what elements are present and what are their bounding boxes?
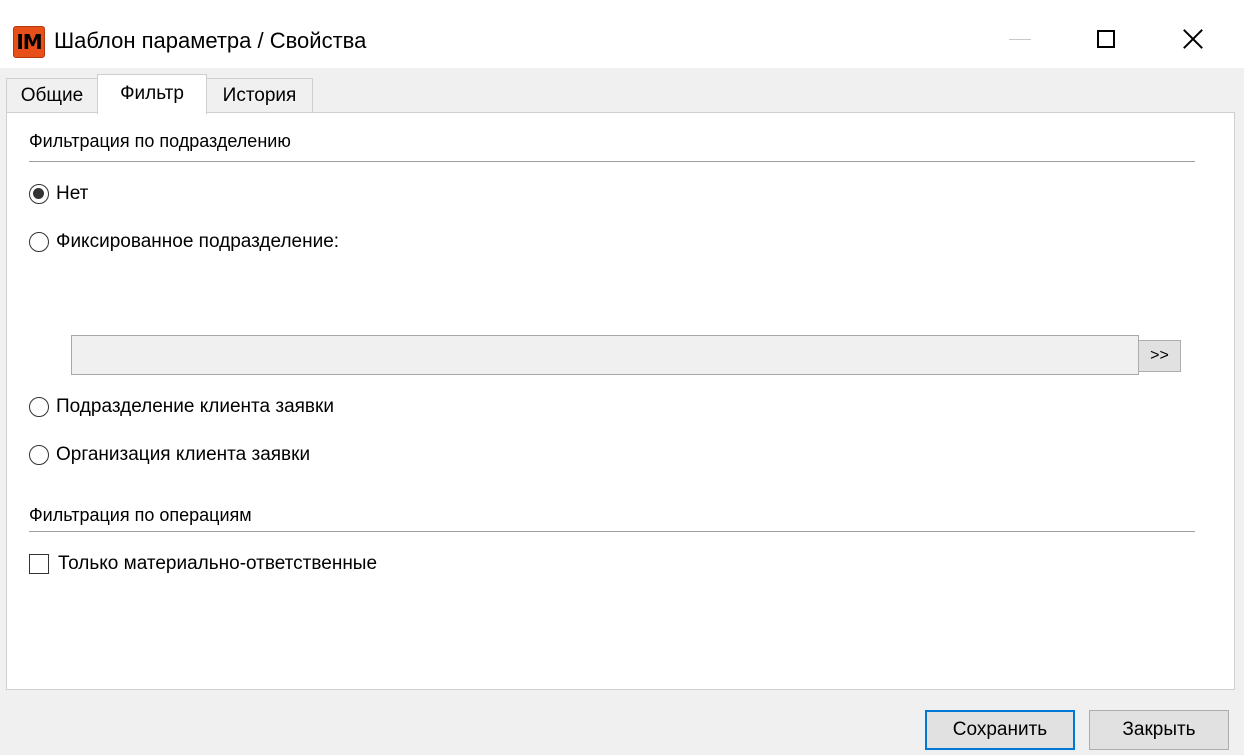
title-bar: IM Шаблон параметра / Свойства — [0, 8, 1244, 68]
radio-label-client-department: Подразделение клиента заявки — [56, 396, 334, 417]
window-title: Шаблон параметра / Свойства — [54, 28, 367, 53]
save-button[interactable]: Сохранить — [925, 710, 1075, 750]
radio-button[interactable] — [29, 397, 49, 417]
tab-content-panel: Фильтрация по подразделению Нет Фиксиров… — [6, 112, 1235, 690]
browse-department-button[interactable]: >> — [1138, 340, 1181, 372]
app-logo-icon: IM — [13, 26, 45, 58]
checkbox-label-only-accountable: Только материально-ответственные — [58, 553, 378, 574]
close-button[interactable]: Закрыть — [1089, 710, 1229, 750]
radio-label-none: Нет — [56, 183, 89, 204]
tab-history[interactable]: История — [206, 78, 313, 112]
close-icon — [1183, 29, 1203, 49]
radio-option-none[interactable]: Нет — [29, 183, 88, 205]
close-window-button[interactable] — [1171, 16, 1215, 62]
fixed-department-field[interactable] — [71, 335, 1139, 375]
radio-button[interactable] — [29, 445, 49, 465]
window-body: Общие Фильтр История Фильтрация по подра… — [0, 68, 1244, 755]
maximize-icon — [1097, 30, 1115, 48]
radio-label-fixed-department: Фиксированное подразделение: — [56, 231, 340, 252]
minimize-button[interactable] — [998, 16, 1042, 62]
tab-general[interactable]: Общие — [6, 78, 98, 112]
radio-label-client-organization: Организация клиента заявки — [56, 444, 311, 465]
minimize-icon — [1009, 38, 1031, 40]
department-filter-divider — [29, 161, 1195, 162]
radio-button[interactable] — [29, 232, 49, 252]
maximize-button[interactable] — [1084, 16, 1128, 62]
operations-filter-title: Фильтрация по операциям — [29, 505, 252, 525]
radio-option-fixed-department[interactable]: Фиксированное подразделение: — [29, 231, 339, 253]
radio-option-client-department[interactable]: Подразделение клиента заявки — [29, 396, 334, 418]
tab-filter[interactable]: Фильтр — [97, 74, 207, 114]
app-logo-text: IM — [16, 30, 42, 54]
radio-option-client-organization[interactable]: Организация клиента заявки — [29, 444, 310, 466]
operations-filter-divider — [29, 531, 1195, 532]
checkbox-only-accountable[interactable]: Только материально-ответственные — [29, 553, 377, 575]
department-filter-title: Фильтрация по подразделению — [29, 131, 291, 151]
radio-button-checked[interactable] — [29, 184, 49, 204]
checkbox[interactable] — [29, 554, 49, 574]
